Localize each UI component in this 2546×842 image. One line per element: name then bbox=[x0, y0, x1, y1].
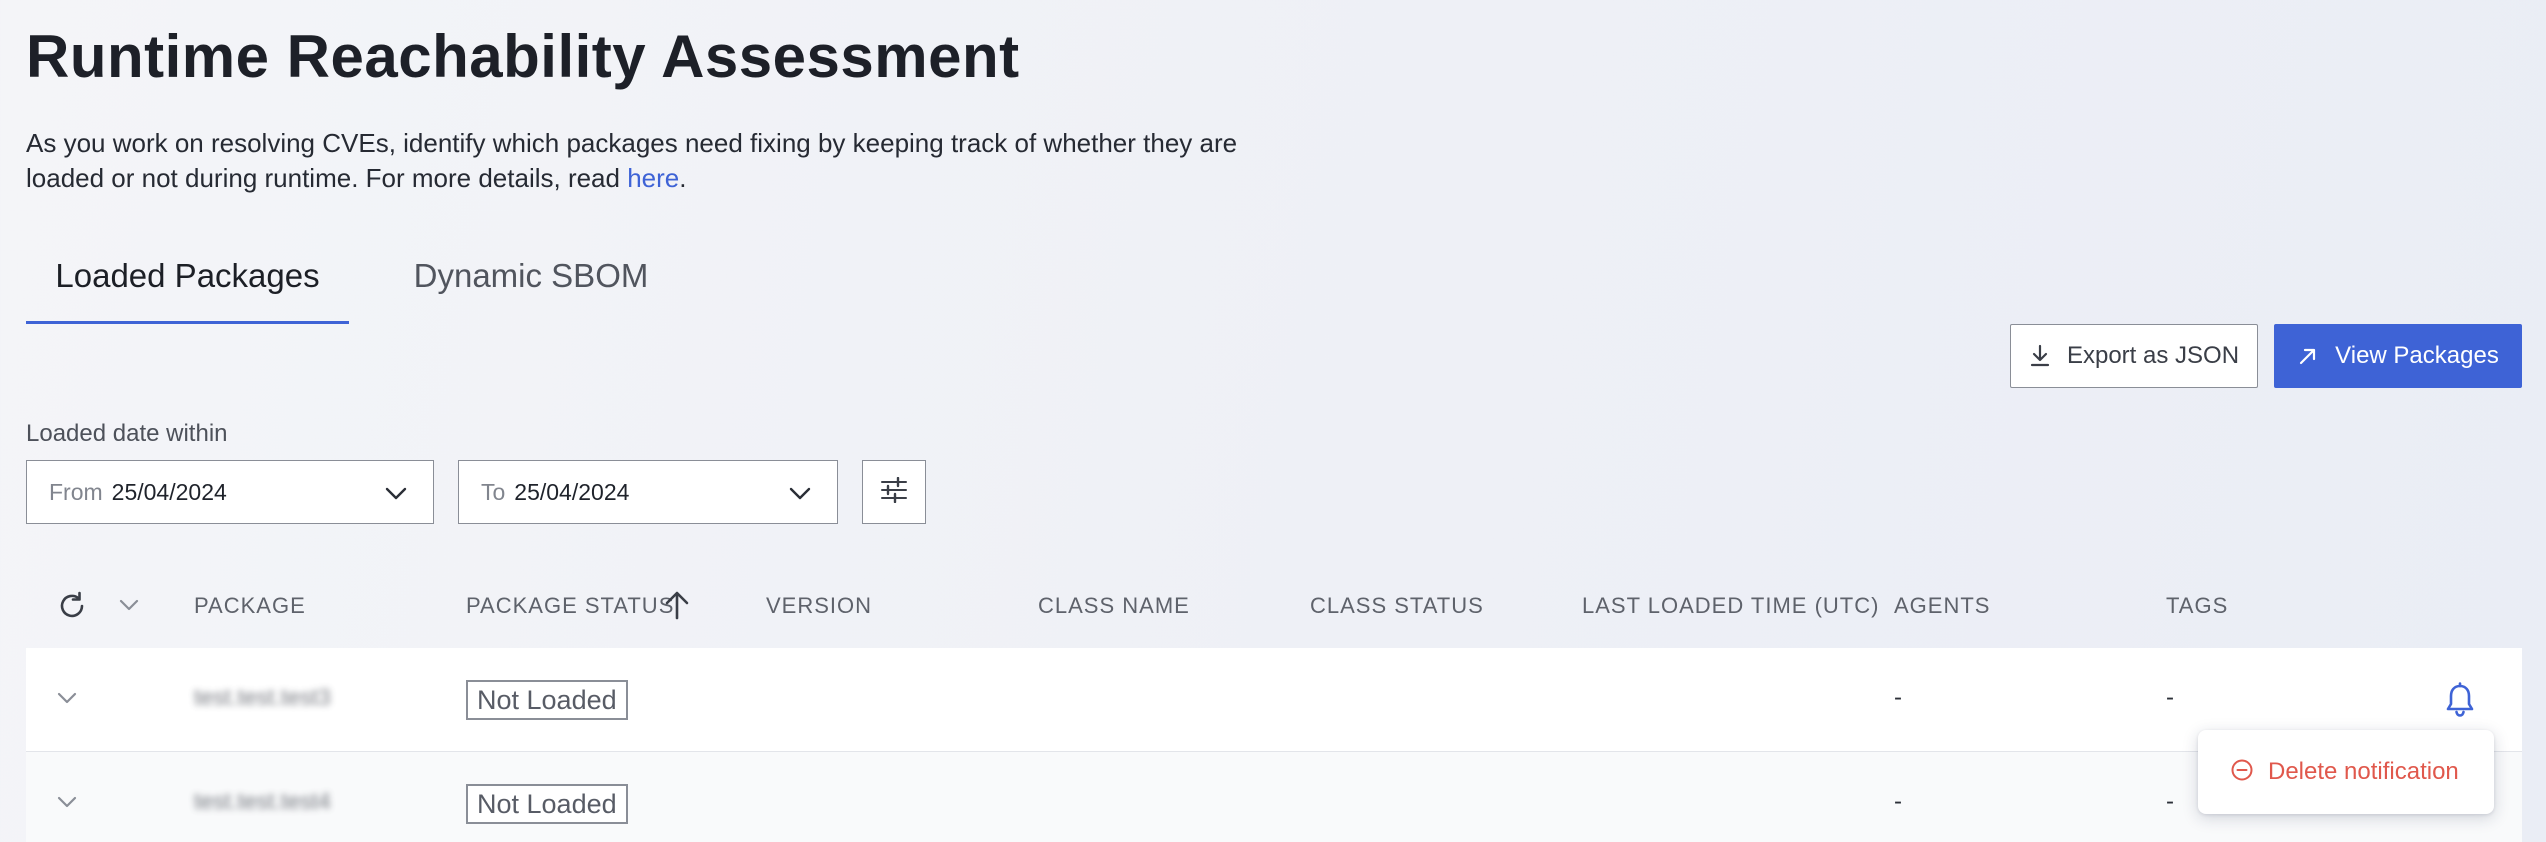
agents-cell: - bbox=[1894, 788, 1902, 815]
column-header-package-status[interactable]: PACKAGE STATUS bbox=[466, 566, 674, 646]
filter-settings-button[interactable] bbox=[862, 460, 926, 524]
to-date-value: 25/04/2024 bbox=[514, 478, 630, 505]
table-header: PACKAGE PACKAGE STATUS VERSION CLASS NAM… bbox=[26, 566, 2522, 646]
table-row: test.test.test4 Not Loaded - - bbox=[26, 752, 2522, 842]
chevron-down-icon[interactable] bbox=[54, 686, 80, 715]
page-description: As you work on resolving CVEs, identify … bbox=[26, 126, 1286, 196]
column-header-class-status[interactable]: CLASS STATUS bbox=[1310, 566, 1484, 646]
export-json-button[interactable]: Export as JSON bbox=[2010, 324, 2258, 388]
view-packages-label: View Packages bbox=[2335, 342, 2499, 369]
chevron-down-icon bbox=[789, 483, 811, 510]
agents-cell: - bbox=[1894, 684, 1902, 711]
status-badge: Not Loaded bbox=[466, 680, 628, 720]
page-title: Runtime Reachability Assessment bbox=[26, 23, 1020, 90]
arrow-up-icon[interactable] bbox=[664, 590, 690, 625]
description-end: . bbox=[679, 163, 687, 193]
download-icon bbox=[2029, 344, 2051, 368]
sliders-icon bbox=[880, 476, 908, 508]
arrow-up-right-icon bbox=[2297, 345, 2319, 367]
package-name[interactable]: test.test.test4 bbox=[194, 788, 331, 815]
page: Runtime Reachability Assessment As you w… bbox=[26, 0, 2522, 842]
delete-notification-menu-item[interactable]: Delete notification bbox=[2198, 730, 2494, 814]
chevron-down-icon[interactable] bbox=[118, 596, 140, 619]
view-packages-button[interactable]: View Packages bbox=[2274, 324, 2522, 388]
to-date-prefix: To bbox=[481, 478, 506, 505]
tab-loaded-packages[interactable]: Loaded Packages bbox=[26, 250, 349, 324]
chevron-down-icon bbox=[385, 483, 407, 510]
column-header-last-loaded-time[interactable]: LAST LOADED TIME (UTC) bbox=[1582, 566, 1879, 646]
to-date-select[interactable]: To 25/04/2024 bbox=[458, 460, 838, 524]
delete-notification-label: Delete notification bbox=[2268, 758, 2459, 785]
table-row: test.test.test3 Not Loaded - - bbox=[26, 648, 2522, 752]
details-link[interactable]: here bbox=[627, 163, 679, 193]
bell-icon[interactable] bbox=[2444, 682, 2476, 723]
status-badge: Not Loaded bbox=[466, 784, 628, 824]
package-name[interactable]: test.test.test3 bbox=[194, 684, 331, 711]
date-filter-label: Loaded date within bbox=[26, 420, 228, 447]
minus-circle-icon bbox=[2230, 758, 2254, 787]
from-date-value: 25/04/2024 bbox=[111, 478, 227, 505]
tags-cell: - bbox=[2166, 788, 2174, 815]
tab-bar: Loaded Packages Dynamic SBOM bbox=[26, 250, 726, 326]
column-header-class-name[interactable]: CLASS NAME bbox=[1038, 566, 1190, 646]
tags-cell: - bbox=[2166, 684, 2174, 711]
column-header-tags[interactable]: TAGS bbox=[2166, 566, 2228, 646]
column-header-package[interactable]: PACKAGE bbox=[194, 566, 306, 646]
chevron-down-icon[interactable] bbox=[54, 790, 80, 819]
column-header-agents[interactable]: AGENTS bbox=[1894, 566, 1990, 646]
export-json-label: Export as JSON bbox=[2066, 342, 2240, 369]
column-header-version[interactable]: VERSION bbox=[766, 566, 872, 646]
from-date-select[interactable]: From 25/04/2024 bbox=[26, 460, 434, 524]
refresh-icon[interactable] bbox=[56, 590, 88, 627]
tab-dynamic-sbom[interactable]: Dynamic SBOM bbox=[381, 250, 681, 324]
from-date-prefix: From bbox=[49, 478, 103, 505]
